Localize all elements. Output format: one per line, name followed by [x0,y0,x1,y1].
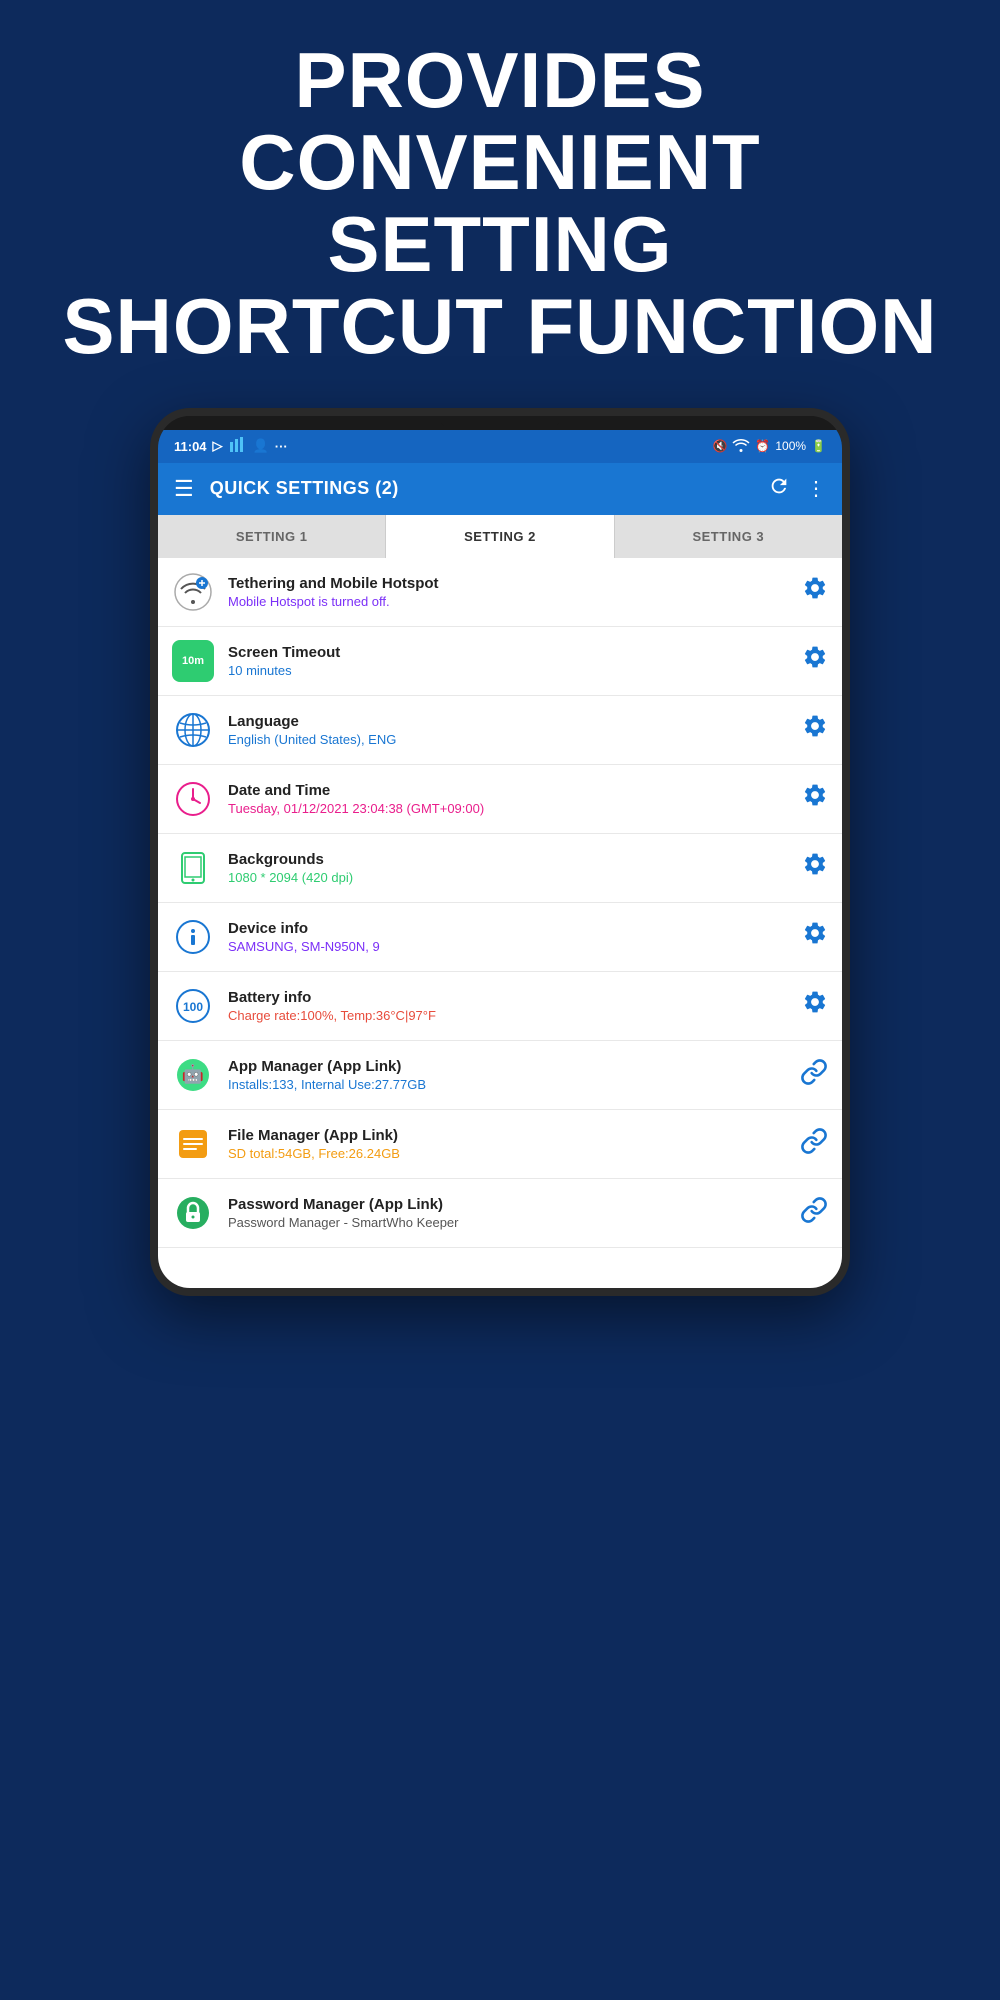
notch [440,418,560,428]
mute-icon: 🔇 [712,439,727,453]
dots-icon: ··· [275,439,288,454]
battery-info-gear[interactable] [802,989,828,1022]
file-manager-icon [172,1123,214,1165]
setting-item-screen-timeout[interactable]: 10m Screen Timeout 10 minutes [158,627,842,696]
backgrounds-text: Backgrounds 1080 * 2094 (420 dpi) [228,851,788,885]
password-manager-link[interactable] [800,1196,828,1230]
password-manager-subtitle: Password Manager - SmartWho Keeper [228,1215,786,1230]
password-manager-icon [172,1192,214,1234]
datetime-subtitle: Tuesday, 01/12/2021 23:04:38 (GMT+09:00) [228,801,788,816]
setting-item-backgrounds[interactable]: Backgrounds 1080 * 2094 (420 dpi) [158,834,842,903]
battery-text: 100% [775,439,806,453]
hero-section: PROVIDES CONVENIENT SETTING SHORTCUT FUN… [0,0,1000,398]
settings-list: Tethering and Mobile Hotspot Mobile Hots… [158,558,842,1248]
datetime-title: Date and Time [228,782,788,799]
language-title: Language [228,713,788,730]
device-info-subtitle: SAMSUNG, SM-N950N, 9 [228,939,788,954]
hero-line3: SHORTCUT FUNCTION [60,286,940,368]
app-bar: ☰ QUICK SETTINGS (2) ⋮ [158,463,842,515]
person-icon: 👤 [253,438,269,454]
file-manager-subtitle: SD total:54GB, Free:26.24GB [228,1146,786,1161]
language-text: Language English (United States), ENG [228,713,788,747]
device-info-text: Device info SAMSUNG, SM-N950N, 9 [228,920,788,954]
tethering-gear[interactable] [802,575,828,608]
play-icon: ▷ [213,438,223,454]
datetime-text: Date and Time Tuesday, 01/12/2021 23:04:… [228,782,788,816]
bottom-space [158,1248,842,1288]
battery-icon: 🔋 [811,439,826,453]
device-info-gear[interactable] [802,920,828,953]
svg-text:🤖: 🤖 [182,1063,204,1084]
app-manager-subtitle: Installs:133, Internal Use:27.77GB [228,1077,786,1092]
app-title: QUICK SETTINGS (2) [210,478,752,499]
notch-bar [158,416,842,430]
menu-button[interactable]: ☰ [174,478,194,500]
battery-info-icon: 100 [172,985,214,1027]
status-bar: 11:04 ▷ 👤 ··· 🔇 [158,430,842,463]
timeout-subtitle: 10 minutes [228,663,788,678]
setting-item-tethering[interactable]: Tethering and Mobile Hotspot Mobile Hots… [158,558,842,627]
battery-info-subtitle: Charge rate:100%, Temp:36°C|97°F [228,1008,788,1023]
chart-icon [229,436,247,457]
password-manager-title: Password Manager (App Link) [228,1196,786,1213]
svg-text:100: 100 [183,1000,203,1014]
more-options-button[interactable]: ⋮ [806,476,826,501]
device-info-icon [172,916,214,958]
backgrounds-gear[interactable] [802,851,828,884]
file-manager-title: File Manager (App Link) [228,1127,786,1144]
timeout-gear[interactable] [802,644,828,677]
tab-setting2[interactable]: SETTING 2 [386,515,614,558]
tethering-text: Tethering and Mobile Hotspot Mobile Hots… [228,575,788,609]
tethering-title: Tethering and Mobile Hotspot [228,575,788,592]
backgrounds-title: Backgrounds [228,851,788,868]
timeout-text: Screen Timeout 10 minutes [228,644,788,678]
setting-item-language[interactable]: Language English (United States), ENG [158,696,842,765]
settings-tabs: SETTING 1 SETTING 2 SETTING 3 [158,515,842,558]
device-info-title: Device info [228,920,788,937]
battery-info-text: Battery info Charge rate:100%, Temp:36°C… [228,989,788,1023]
timeout-icon: 10m [172,640,214,682]
app-manager-link[interactable] [800,1058,828,1092]
setting-item-datetime[interactable]: Date and Time Tuesday, 01/12/2021 23:04:… [158,765,842,834]
hero-line2: CONVENIENT SETTING [60,122,940,286]
datetime-icon [172,778,214,820]
alarm-icon: ⏰ [755,439,770,453]
status-right: 🔇 ⏰ 100% 🔋 [712,436,826,457]
setting-item-device-info[interactable]: Device info SAMSUNG, SM-N950N, 9 [158,903,842,972]
tab-setting1[interactable]: SETTING 1 [158,515,386,558]
language-gear[interactable] [802,713,828,746]
setting-item-app-manager[interactable]: 🤖 App Manager (App Link) Installs:133, I… [158,1041,842,1110]
setting-item-file-manager[interactable]: File Manager (App Link) SD total:54GB, F… [158,1110,842,1179]
setting-item-password-manager[interactable]: Password Manager (App Link) Password Man… [158,1179,842,1248]
hero-line1: PROVIDES [60,40,940,122]
backgrounds-icon [172,847,214,889]
app-manager-icon: 🤖 [172,1054,214,1096]
password-manager-text: Password Manager (App Link) Password Man… [228,1196,786,1230]
refresh-button[interactable] [768,475,790,503]
app-manager-title: App Manager (App Link) [228,1058,786,1075]
language-icon [172,709,214,751]
file-manager-text: File Manager (App Link) SD total:54GB, F… [228,1127,786,1161]
timeout-title: Screen Timeout [228,644,788,661]
language-subtitle: English (United States), ENG [228,732,788,747]
datetime-gear[interactable] [802,782,828,815]
status-left: 11:04 ▷ 👤 ··· [174,436,288,457]
status-time: 11:04 [174,439,207,454]
tab-setting3[interactable]: SETTING 3 [615,515,842,558]
file-manager-link[interactable] [800,1127,828,1161]
tethering-subtitle: Mobile Hotspot is turned off. [228,594,788,609]
backgrounds-subtitle: 1080 * 2094 (420 dpi) [228,870,788,885]
wifi-icon [732,436,750,457]
app-manager-text: App Manager (App Link) Installs:133, Int… [228,1058,786,1092]
battery-info-title: Battery info [228,989,788,1006]
phone-wrapper: 11:04 ▷ 👤 ··· 🔇 [0,408,1000,1296]
tethering-icon [172,571,214,613]
phone-frame: 11:04 ▷ 👤 ··· 🔇 [150,408,850,1296]
setting-item-battery-info[interactable]: 100 Battery info Charge rate:100%, Temp:… [158,972,842,1041]
